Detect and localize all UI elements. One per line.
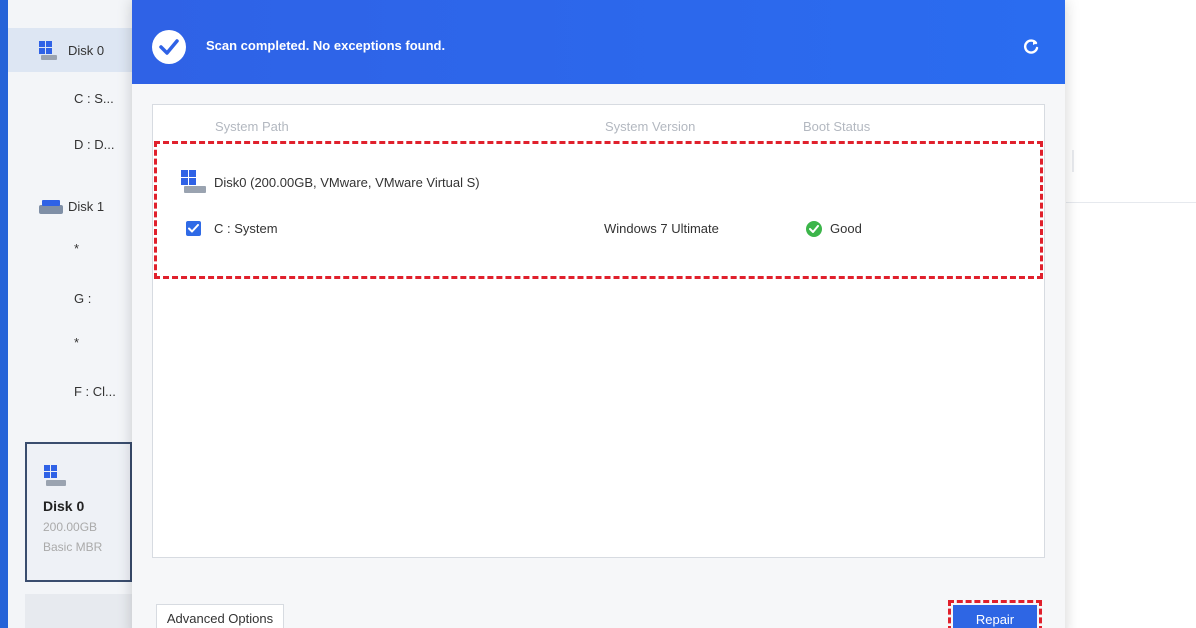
dialog-title: Scan completed. No exceptions found. — [206, 38, 446, 53]
app-left-strip — [0, 0, 8, 628]
disk-icon — [180, 169, 208, 195]
repair-button[interactable]: Repair — [953, 605, 1037, 628]
disk-card-name: Disk 0 — [43, 498, 85, 514]
sidebar-item-partition[interactable]: * — [74, 335, 79, 350]
selection-highlight — [154, 141, 1043, 279]
dialog-header: Scan completed. No exceptions found. — [132, 0, 1065, 84]
sidebar-disk-label: Disk 1 — [68, 198, 105, 214]
check-circle-icon — [152, 30, 186, 64]
sidebar-disk-label: Disk 0 — [68, 42, 105, 58]
disk-icon — [43, 464, 69, 488]
disk-card[interactable]: Disk 0 200.00GB Basic MBR — [25, 442, 132, 582]
disk-icon — [38, 40, 60, 60]
repair-highlight: Repair — [948, 600, 1042, 628]
disk-group-row: Disk0 (200.00GB, VMware, VMware Virtual … — [180, 168, 480, 196]
refresh-icon[interactable] — [1021, 37, 1041, 57]
sidebar-item-partition[interactable]: F : Cl... — [74, 384, 116, 399]
sidebar-item-partition[interactable]: G : — [74, 291, 91, 306]
row-checkbox[interactable] — [186, 221, 201, 236]
column-header-path: System Path — [215, 119, 289, 134]
advanced-options-button[interactable]: Advanced Options — [156, 604, 284, 628]
sidebar-item-disk1[interactable]: Disk 1 — [8, 184, 133, 228]
column-header-version: System Version — [605, 119, 696, 134]
sidebar-item-partition[interactable]: * — [74, 241, 79, 256]
sidebar-item-disk0[interactable]: Disk 0 — [8, 28, 133, 72]
disk-group-label: Disk0 (200.00GB, VMware, VMware Virtual … — [214, 174, 480, 190]
disk-card-size: 200.00GB — [43, 520, 98, 534]
table-row[interactable]: C : System Windows 7 Ultimate Good — [186, 218, 1036, 240]
row-system-version: Windows 7 Ultimate — [604, 221, 719, 236]
background-divider — [1072, 150, 1074, 172]
sidebar-item-partition[interactable]: C : S... — [74, 91, 114, 106]
sidebar-item-partition[interactable]: D : D... — [74, 137, 114, 152]
status-good-icon — [806, 221, 822, 237]
repair-boot-dialog: Scan completed. No exceptions found. Sys… — [132, 0, 1065, 628]
disk-card-type: Basic MBR — [43, 540, 103, 554]
row-system-path: C : System — [214, 221, 278, 236]
disk-card-secondary[interactable] — [25, 594, 132, 628]
column-header-boot-status: Boot Status — [803, 119, 871, 134]
background-divider — [1066, 202, 1196, 203]
hard-drive-icon — [38, 196, 63, 216]
row-boot-status: Good — [830, 221, 862, 236]
